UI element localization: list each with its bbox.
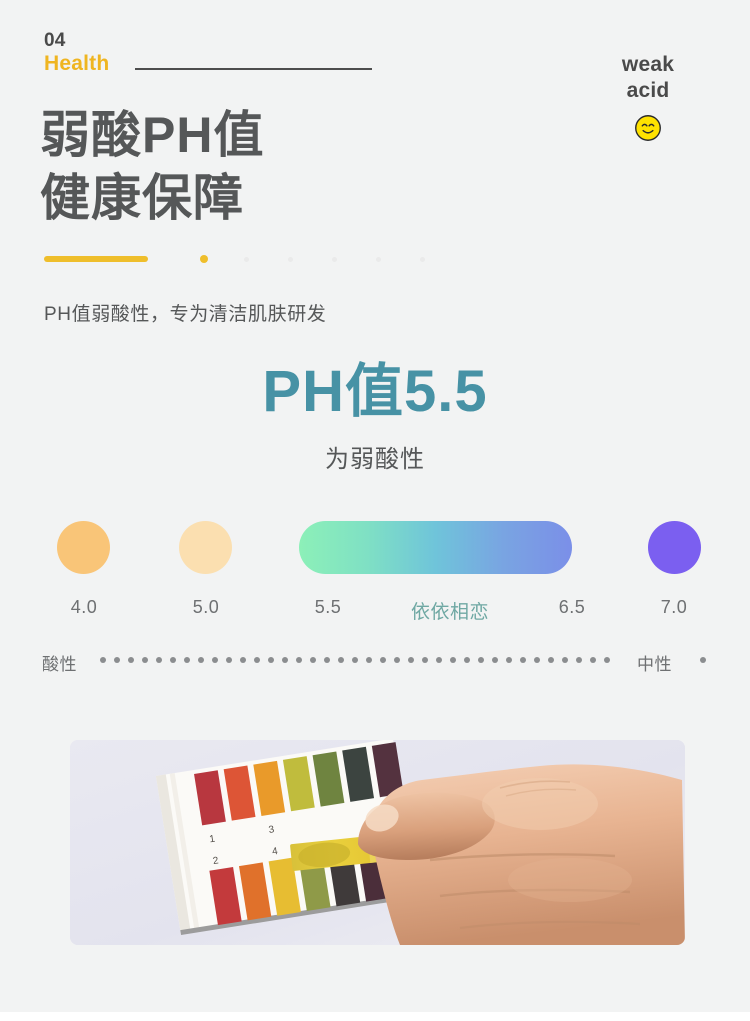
weak-acid-badge: weak acid bbox=[588, 52, 708, 142]
axis-dot bbox=[184, 657, 190, 663]
axis-dot bbox=[394, 657, 400, 663]
axis-dot bbox=[338, 657, 344, 663]
ph-hero-block: PH值5.5 为弱酸性 bbox=[0, 363, 750, 474]
ph-swatch bbox=[57, 521, 110, 574]
ph-value-caption: 为弱酸性 bbox=[325, 446, 425, 473]
progress-ghost-dot bbox=[288, 256, 293, 262]
axis-dot bbox=[268, 657, 274, 663]
axis-dot bbox=[478, 657, 484, 663]
page-title: 弱酸PH值 健康保障 bbox=[40, 107, 265, 226]
subtitle-text: PH值弱酸性，专为清洁肌肤研发 bbox=[44, 304, 327, 325]
axis-dot bbox=[128, 657, 134, 663]
axis-dot bbox=[408, 657, 414, 663]
axis-end-dot bbox=[700, 657, 706, 663]
ph-scale-label: 6.5 bbox=[558, 597, 586, 617]
progress-ghost-dot bbox=[244, 256, 249, 262]
ph-scale-label: 依依相恋 bbox=[410, 602, 490, 623]
weak-acid-line-1: weak bbox=[621, 53, 675, 76]
axis-dot bbox=[212, 657, 218, 663]
axis-dot bbox=[282, 657, 288, 663]
axis-dot bbox=[436, 657, 442, 663]
progress-underline bbox=[44, 254, 664, 264]
axis-dot bbox=[240, 657, 246, 663]
axis-dot bbox=[520, 657, 526, 663]
ph-test-strip-photo: 1 3 2 4 10 bbox=[70, 740, 685, 945]
page-bottom-edge bbox=[0, 1012, 750, 1021]
axis-dot bbox=[142, 657, 148, 663]
ph-swatch bbox=[179, 521, 232, 574]
axis-dot bbox=[226, 657, 232, 663]
axis-dot bbox=[100, 657, 106, 663]
axis-dot bbox=[492, 657, 498, 663]
axis-dot bbox=[324, 657, 330, 663]
axis-dot bbox=[310, 657, 316, 663]
axis-dot bbox=[534, 657, 540, 663]
eyebrow-divider-line bbox=[135, 68, 372, 70]
ph-value-promo-page: 04 Health weak acid 弱酸PH值 健康保障 PH值弱酸性，专为… bbox=[0, 0, 750, 1021]
axis-dot bbox=[352, 657, 358, 663]
ph-scale-label: 5.0 bbox=[192, 597, 220, 617]
progress-ghost-dot bbox=[420, 256, 425, 262]
axis-dot bbox=[590, 657, 596, 663]
axis-dot bbox=[156, 657, 162, 663]
progress-ghost-dot bbox=[332, 256, 337, 262]
axis-dot bbox=[604, 657, 610, 663]
ph-scale-swatches bbox=[0, 521, 750, 579]
section-number: 04 bbox=[44, 30, 66, 51]
axis-dot bbox=[170, 657, 176, 663]
section-word: Health bbox=[44, 52, 110, 76]
progress-ghost-dot bbox=[376, 256, 381, 262]
axis-dot bbox=[506, 657, 512, 663]
axis-dot bbox=[450, 657, 456, 663]
axis-dot bbox=[562, 657, 568, 663]
axis-dot bbox=[114, 657, 120, 663]
section-eyebrow: 04 Health bbox=[44, 30, 109, 76]
axis-label-acidic: 酸性 bbox=[42, 655, 77, 674]
axis-dot bbox=[296, 657, 302, 663]
axis-dot bbox=[576, 657, 582, 663]
axis-dot bbox=[198, 657, 204, 663]
ph-test-strip-illustration: 1 3 2 4 10 bbox=[70, 740, 685, 945]
ph-scale-label: 7.0 bbox=[660, 597, 688, 617]
progress-underline-bar bbox=[44, 256, 148, 262]
ph-swatch bbox=[648, 521, 701, 574]
ph-swatch bbox=[299, 521, 572, 574]
ph-scale-label: 4.0 bbox=[70, 597, 98, 617]
axis-label-neutral: 中性 bbox=[637, 655, 672, 674]
axis-dotted-line bbox=[100, 657, 610, 664]
ph-scale-label: 5.5 bbox=[314, 597, 342, 617]
axis-dot bbox=[422, 657, 428, 663]
axis-dot bbox=[464, 657, 470, 663]
smiley-face-icon bbox=[635, 114, 661, 141]
weak-acid-line-2: acid bbox=[626, 79, 670, 103]
ph-scale-labels: 4.0 5.0 5.5 依依相恋 6.5 7.0 bbox=[0, 597, 750, 623]
ph-scale-axis: 酸性 中性 bbox=[0, 650, 750, 674]
axis-dot bbox=[380, 657, 386, 663]
axis-dot bbox=[366, 657, 372, 663]
ph-value-headline: PH值5.5 bbox=[262, 359, 488, 424]
progress-underline-dot bbox=[200, 255, 208, 263]
axis-dot bbox=[548, 657, 554, 663]
axis-dot bbox=[254, 657, 260, 663]
